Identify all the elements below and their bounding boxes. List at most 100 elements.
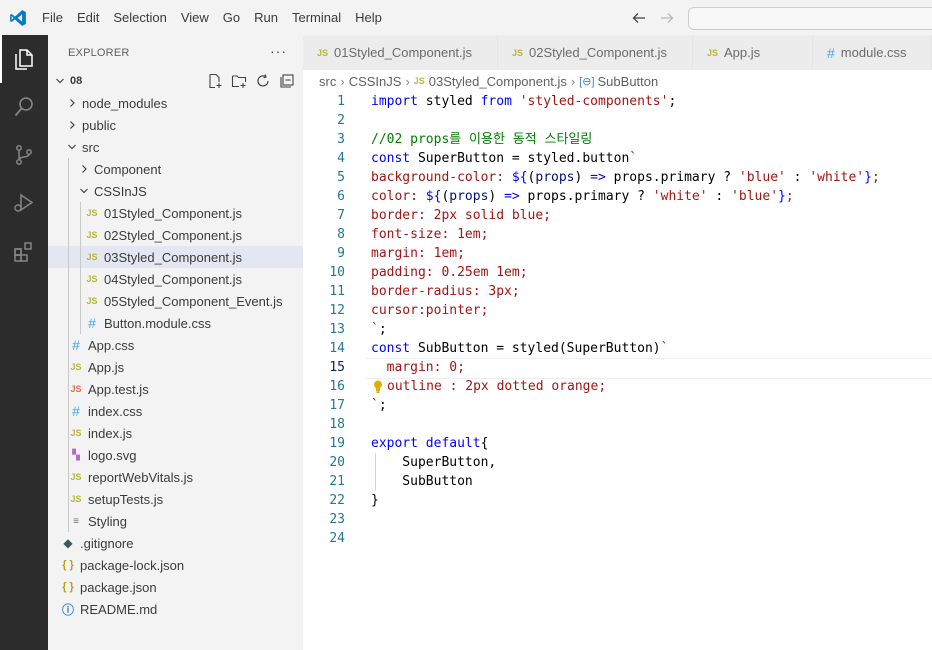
code-token: 'blue' bbox=[731, 189, 779, 204]
line-number: 4 bbox=[337, 151, 345, 166]
file-tree-item[interactable]: JS reportWebVitals.js bbox=[48, 466, 303, 488]
lightbulb-icon[interactable] bbox=[373, 380, 383, 393]
code-line: 1 import styled from 'styled-components'; bbox=[303, 92, 932, 111]
explorer-toolbar bbox=[207, 72, 295, 90]
menu-item-view[interactable]: View bbox=[174, 0, 216, 35]
menu-item-edit[interactable]: Edit bbox=[70, 0, 106, 35]
code-text: background-color: ${(props) => props.pri… bbox=[371, 168, 880, 187]
line-number: 13 bbox=[329, 322, 345, 337]
css-file-icon: # bbox=[88, 315, 96, 331]
search-icon[interactable] bbox=[0, 83, 48, 131]
file-tree-item[interactable]: { } package.json bbox=[48, 576, 303, 598]
source-control-icon[interactable] bbox=[0, 131, 48, 179]
editor-tab[interactable]: JS App.js bbox=[693, 35, 813, 70]
file-tree-item[interactable]: JS 05Styled_Component_Event.js bbox=[48, 290, 303, 312]
tab-label: 01Styled_Component.js bbox=[334, 45, 473, 60]
breadcrumb-item[interactable]: SubButton bbox=[598, 74, 659, 89]
line-number: 5 bbox=[337, 170, 345, 185]
menu-item-help[interactable]: Help bbox=[348, 0, 389, 35]
code-token: ${ bbox=[511, 170, 528, 185]
file-tree-item[interactable]: JS 04Styled_Component.js bbox=[48, 268, 303, 290]
code-token: SuperButton = styled.button bbox=[410, 151, 630, 166]
extensions-icon[interactable] bbox=[0, 227, 48, 275]
file-tree-item[interactable]: Component bbox=[48, 158, 303, 180]
js-file-icon: JS bbox=[86, 296, 98, 306]
file-tree-item[interactable]: # index.css bbox=[48, 400, 303, 422]
new-folder-icon[interactable] bbox=[231, 72, 247, 90]
js-file-icon: JS bbox=[413, 76, 425, 86]
breadcrumb-item[interactable]: 03Styled_Component.js bbox=[429, 74, 567, 89]
file-tree-item[interactable]: ≡ Styling bbox=[48, 510, 303, 532]
chevron-right-icon bbox=[76, 161, 92, 177]
file-tree-item[interactable]: src bbox=[48, 136, 303, 158]
code-token: } bbox=[778, 189, 786, 204]
file-tree-item[interactable]: JS App.js bbox=[48, 356, 303, 378]
file-tree-item[interactable]: JS 03Styled_Component.js bbox=[48, 246, 303, 268]
file-tree-item[interactable]: JS 02Styled_Component.js bbox=[48, 224, 303, 246]
file-tree-label: package.json bbox=[80, 579, 157, 595]
indent-guide bbox=[80, 224, 81, 246]
code-line: 15 margin: 0; bbox=[303, 358, 932, 379]
file-tree-item[interactable]: ◆ .gitignore bbox=[48, 532, 303, 554]
command-center-search[interactable] bbox=[688, 7, 932, 30]
file-tree-item[interactable]: # App.css bbox=[48, 334, 303, 356]
editor-tab[interactable]: JS 02Styled_Component.js bbox=[498, 35, 693, 70]
line-number: 1 bbox=[337, 94, 345, 109]
menu-item-selection[interactable]: Selection bbox=[106, 0, 173, 35]
code-token: margin: 1em; bbox=[371, 246, 465, 261]
code-token: props bbox=[535, 170, 575, 185]
file-tree-item[interactable]: ▚ logo.svg bbox=[48, 444, 303, 466]
code-token: props.primary ? bbox=[519, 189, 653, 204]
menu-item-file[interactable]: File bbox=[35, 0, 70, 35]
code-token: const bbox=[371, 341, 411, 356]
explorer-icon[interactable] bbox=[0, 35, 48, 83]
indent-guide bbox=[68, 422, 69, 444]
indent-guide bbox=[68, 466, 69, 488]
breadcrumb-separator-icon: › bbox=[340, 73, 345, 89]
breadcrumb-item[interactable]: src bbox=[319, 74, 336, 89]
file-tree-item[interactable]: node_modules bbox=[48, 92, 303, 114]
file-tree-item[interactable]: public bbox=[48, 114, 303, 136]
file-tree-label: package-lock.json bbox=[80, 557, 185, 573]
code-text: margin: 1em; bbox=[371, 244, 465, 263]
line-number: 3 bbox=[337, 132, 345, 147]
code-editor[interactable]: 1 import styled from 'styled-components';… bbox=[303, 92, 932, 650]
file-tree-item[interactable]: ⓘ README.md bbox=[48, 598, 303, 620]
file-tree-item[interactable]: JS index.js bbox=[48, 422, 303, 444]
editor-tab[interactable]: # module.css bbox=[813, 35, 932, 70]
line-number: 20 bbox=[329, 455, 345, 470]
explorer-header: EXPLORER ··· bbox=[48, 35, 303, 70]
line-number: 16 bbox=[329, 379, 345, 394]
menu-item-run[interactable]: Run bbox=[247, 0, 285, 35]
file-tree-item[interactable]: { } package-lock.json bbox=[48, 554, 303, 576]
line-number: 19 bbox=[329, 436, 345, 451]
code-text: //02 props를 이용한 동적 스타일링 bbox=[371, 130, 592, 149]
file-tree-item[interactable]: JS App.test.js bbox=[48, 378, 303, 400]
file-tree-label: index.js bbox=[88, 425, 133, 441]
line-number: 21 bbox=[329, 474, 345, 489]
editor-tab[interactable]: JS 01Styled_Component.js bbox=[303, 35, 498, 70]
workspace-folder-header[interactable]: 08 bbox=[48, 70, 303, 92]
js-file-icon: JS bbox=[86, 274, 98, 284]
back-arrow-icon[interactable] bbox=[628, 7, 650, 29]
explorer-title: EXPLORER bbox=[68, 46, 130, 59]
new-file-icon[interactable] bbox=[207, 72, 223, 90]
code-token: cursor:pointer; bbox=[371, 303, 489, 318]
code-line: 18 bbox=[303, 415, 932, 434]
editor-tabs: JS 01Styled_Component.js JS 02Styled_Compon… bbox=[303, 35, 932, 70]
collapse-all-icon[interactable] bbox=[279, 72, 295, 90]
menu-item-go[interactable]: Go bbox=[216, 0, 247, 35]
file-tree-item[interactable]: JS setupTests.js bbox=[48, 488, 303, 510]
line-number: 22 bbox=[329, 493, 345, 508]
breadcrumb-item[interactable]: CSSInJS bbox=[349, 74, 402, 89]
more-actions-icon[interactable]: ··· bbox=[270, 43, 287, 59]
menu-item-terminal[interactable]: Terminal bbox=[285, 0, 348, 35]
file-tree-item[interactable]: # Button.module.css bbox=[48, 312, 303, 334]
run-debug-icon[interactable] bbox=[0, 179, 48, 227]
file-tree-item[interactable]: CSSInJS bbox=[48, 180, 303, 202]
forward-arrow-icon[interactable] bbox=[656, 7, 678, 29]
code-token: const bbox=[371, 151, 411, 166]
file-tree-item[interactable]: JS 01Styled_Component.js bbox=[48, 202, 303, 224]
refresh-icon[interactable] bbox=[255, 72, 271, 90]
